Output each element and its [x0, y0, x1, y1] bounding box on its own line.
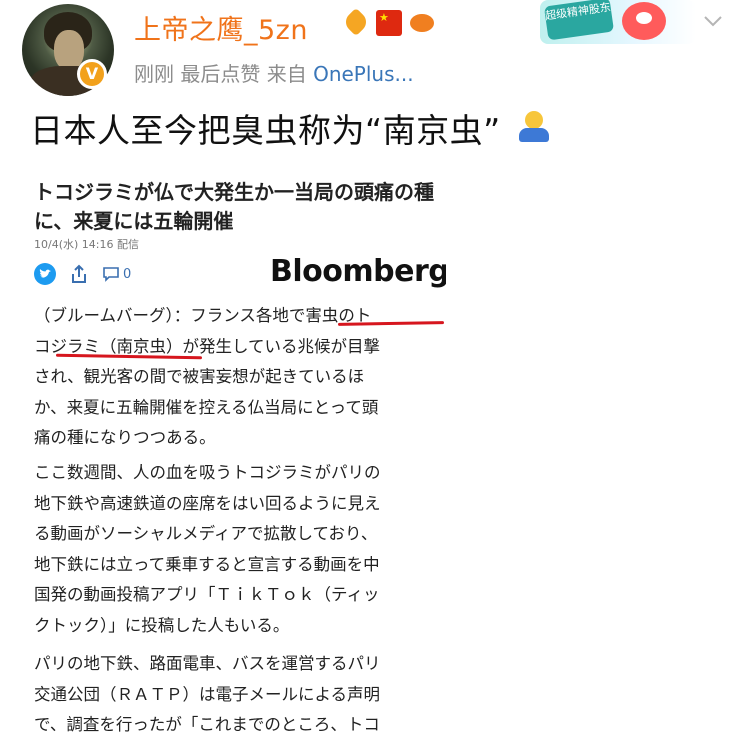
text-line: ここ数週間、人の血を吸うトコジラミがパリの [34, 463, 381, 482]
comment-icon [103, 267, 119, 282]
post-time: 刚刚 [134, 62, 174, 86]
text-line: （ブルームバーグ）：フランス各地で害虫のト [34, 306, 372, 325]
text-line: パリの地下鉄、路面電車、バスを運営するパリ [34, 654, 381, 673]
twitter-icon[interactable] [34, 263, 56, 285]
article-share-bar: 0 [34, 263, 131, 285]
bloomberg-logo: Bloomberg [270, 254, 446, 289]
heart-badge-icon[interactable] [341, 7, 371, 37]
post-text: 日本人至今把臭虫称为“南京虫” [30, 104, 552, 152]
text-line: 地下鉄には立って乗車すると宣言する動画を中 [34, 554, 380, 574]
article-image[interactable]: トコジラミが仏で大発生か一当局の頭痛の種に、来夏には五輪開催 10/4(水) 1… [26, 166, 446, 749]
article-paragraph-3: パリの地下鉄、路面電車、バスを運営するパリ 交通公団（ＲＡＴＰ）は電子メールによ… [34, 649, 444, 741]
china-flag-icon[interactable]: ★ [376, 10, 402, 36]
share-icon[interactable] [68, 263, 90, 285]
post-meta: 刚刚 最后点赞 来自 OnePlus... [134, 58, 414, 87]
source-prefix: 来自 [266, 62, 307, 86]
promo-text: 超级精神股东 [543, 0, 615, 41]
user-badges: ★ [341, 7, 435, 37]
comment-count: 0 [123, 266, 132, 282]
promo-banner[interactable]: 超级精神股东 [540, 0, 696, 44]
text-line: る動画がソーシャルメディアで拡散しており、 [34, 524, 378, 543]
post-text-content: 日本人至今把臭虫称为“南京虫” [30, 111, 501, 150]
article-date: 10/4(水) 14:16 配信 [34, 238, 139, 251]
text-line: クトック）」に投稿した人もいる。 [34, 615, 290, 635]
text-line: で、調査を行ったが「これまでのところ、トコ [34, 715, 380, 734]
verified-v-icon: V [77, 59, 107, 89]
chevron-down-icon[interactable] [700, 8, 726, 34]
text-line: され、観光客の間で被害妄想が起きているほ [34, 367, 365, 386]
comment-button[interactable]: 0 [102, 266, 131, 282]
text-line: 痛の種になりつつある。 [34, 428, 216, 447]
post-action: 最后点赞 [180, 62, 261, 86]
mascot-icon [622, 2, 666, 40]
text-line: 国発の動画投稿アプリ「ＴｉｋＴｏｋ（ティッ [34, 585, 380, 604]
text-line: か、来夏に五輪開催を控える仏当局にとって頭 [34, 397, 379, 417]
text-line: 交通公団（ＲＡＴＰ）は電子メールによる声明 [34, 684, 381, 704]
text-line: 地下鉄や高速鉄道の座席をはい回るように見え [34, 493, 381, 513]
fish-badge-icon[interactable] [409, 10, 435, 36]
article-paragraph-2: ここ数週間、人の血を吸うトコジラミがパリの 地下鉄や高速鉄道の座席をはい回るよう… [34, 458, 444, 641]
source-link[interactable]: OnePlus... [313, 62, 414, 86]
username[interactable]: 上帝之鹰_5zn [134, 8, 308, 47]
article-title: トコジラミが仏で大発生か一当局の頭痛の種に、来夏には五輪開催 [34, 180, 434, 233]
shrug-emoji-icon [516, 110, 552, 144]
